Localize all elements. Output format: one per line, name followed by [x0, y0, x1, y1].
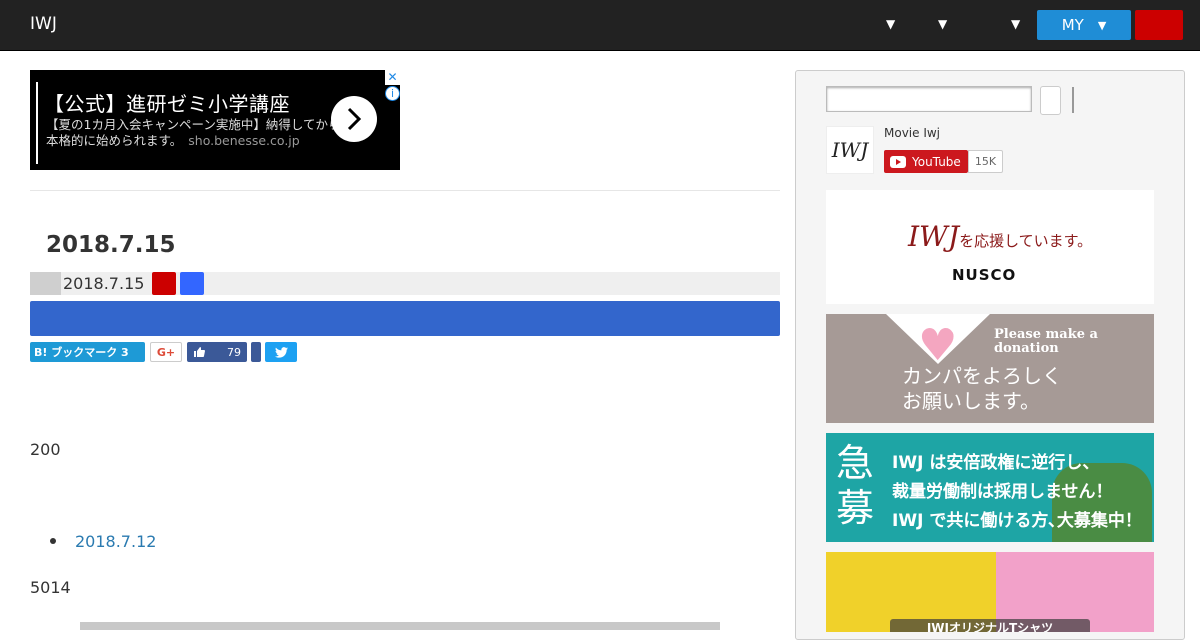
advertisement[interactable]: 【公式】進研ゼミ小学講座 【夏の1カ月入会キャンペーン実施中】納得してから本格的…	[30, 70, 400, 170]
nusco-sponsor-banner[interactable]: IWJを応援しています。 NUSCO	[826, 190, 1154, 304]
page-title: 2018.7.15	[46, 232, 176, 258]
nusco-support-line: IWJを応援しています。	[908, 220, 1092, 253]
nusco-logo: NUSCO	[952, 266, 1017, 284]
ad-domain[interactable]: sho.benesse.co.jp	[188, 133, 299, 148]
recruit-big-char1: 急	[836, 441, 875, 485]
recruit-line2: 裁量労働制は採用しません！	[892, 482, 1113, 502]
donation-jp-line2: お願いします。	[902, 389, 1040, 413]
donation-jp-line1: カンパをよろしく	[902, 364, 1062, 388]
ad-accent-bar	[36, 82, 38, 164]
category-badge	[30, 272, 61, 295]
article-photo	[80, 622, 720, 630]
donation-japanese-text: カンパをよろしく お願いします。	[902, 364, 1062, 414]
youtube-play-icon	[890, 155, 906, 168]
body-text-200: 200	[30, 440, 61, 459]
facebook-like-count: 79	[227, 345, 241, 359]
twitter-button[interactable]	[265, 342, 297, 362]
search-input[interactable]	[826, 86, 1032, 112]
youtube-channel-name[interactable]: Movie Iwj	[884, 126, 940, 140]
tshirt-banner[interactable]: IWJオリジナルTシャツ	[826, 552, 1154, 632]
donation-english-text: Please make a donation	[994, 327, 1098, 356]
recruit-big-char2: 募	[836, 486, 875, 530]
twitter-bird-icon	[274, 346, 288, 358]
search-divider	[1067, 87, 1074, 113]
recruit-line3: IWJ で共に働ける方､大募集中！	[892, 511, 1142, 531]
recruit-message: IWJ は安倍政権に逆行し、 裁量労働制は採用しません！ IWJ で共に働ける方…	[892, 449, 1142, 536]
google-plus-label: G+	[156, 345, 176, 359]
recruit-banner[interactable]: 急 募 IWJ は安倍政権に逆行し、 裁量労働制は採用しません！ IWJ で共に…	[826, 433, 1154, 542]
close-icon[interactable]: ✕	[385, 70, 400, 85]
recruit-line1: IWJ は安倍政権に逆行し、	[892, 453, 1100, 473]
bullet-dot-icon	[50, 538, 56, 544]
nav-dropdown-3-caret-icon[interactable]: ▼	[1011, 17, 1020, 31]
blue-tag-badge[interactable]	[180, 272, 204, 295]
nav-dropdown-2-caret-icon[interactable]: ▼	[938, 17, 947, 31]
body-text-5014: 5014	[30, 578, 71, 597]
top-navbar: IWJ ▼ ▼ ▼ MY ▼	[0, 0, 1200, 51]
heart-icon: ♥	[918, 320, 958, 371]
youtube-subscribe-button[interactable]: YouTube	[884, 150, 968, 173]
facebook-share-button[interactable]	[251, 342, 261, 362]
chevron-down-icon: ▼	[1097, 18, 1107, 32]
facebook-like-button[interactable]: 79	[187, 342, 247, 362]
related-link[interactable]: 2018.7.12	[75, 532, 156, 551]
post-date: 2018.7.15	[63, 274, 145, 293]
nav-dropdown-1-caret-icon[interactable]: ▼	[886, 17, 895, 31]
search-button[interactable]	[1040, 86, 1061, 115]
nusco-support-text: を応援しています。	[959, 232, 1093, 250]
thumbs-up-icon	[194, 347, 205, 357]
recruit-big-text: 急 募	[836, 441, 874, 531]
red-tag-badge[interactable]	[152, 272, 176, 295]
my-menu-label: MY	[1061, 16, 1084, 34]
donation-banner[interactable]: ♥ Please make a donation カンパをよろしく お願いします…	[826, 314, 1154, 423]
ad-title[interactable]: 【公式】進研ゼミ小学講座	[44, 88, 290, 117]
my-menu-button[interactable]: MY ▼	[1037, 10, 1131, 40]
youtube-button-label: YouTube	[912, 154, 961, 169]
hatena-bookmark-button[interactable]: B! ブックマーク 3	[30, 342, 145, 362]
ad-description: 【夏の1カ月入会キャンペーン実施中】納得してから本格的に始められます。 sho.b…	[46, 117, 346, 149]
post-meta-row: 2018.7.15	[30, 272, 780, 295]
hatena-bookmark-label: B! ブックマーク 3	[34, 346, 129, 359]
youtube-channel-logo[interactable]: IWJ	[826, 126, 874, 174]
members-banner-bar[interactable]	[30, 301, 780, 336]
ad-arrow-button[interactable]	[331, 96, 377, 142]
youtube-subscriber-count: 15K	[968, 150, 1003, 173]
nusco-iwj-mark: IWJ	[908, 220, 960, 253]
brand-logo[interactable]: IWJ	[30, 14, 57, 34]
content-divider	[30, 190, 780, 191]
info-icon[interactable]: i	[385, 86, 400, 101]
chevron-right-icon	[347, 107, 362, 131]
tshirt-label: IWJオリジナルTシャツ	[890, 619, 1090, 632]
google-plus-button[interactable]: G+	[150, 342, 182, 362]
red-action-button[interactable]	[1135, 10, 1183, 40]
